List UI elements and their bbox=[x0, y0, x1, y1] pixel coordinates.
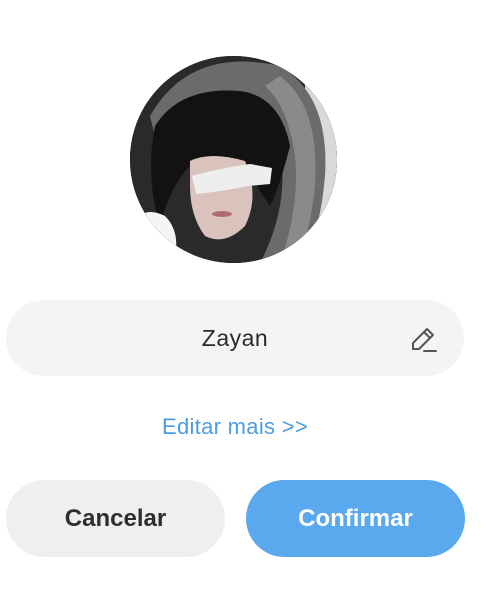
profile-name: Zayan bbox=[201, 324, 269, 351]
svg-text:あ…: あ… bbox=[150, 235, 164, 243]
pencil-icon[interactable] bbox=[408, 324, 438, 354]
confirm-button[interactable]: Confirmar bbox=[246, 480, 465, 557]
avatar-image: あ… bbox=[130, 56, 337, 263]
edit-profile-dialog: あ… Zayan Editar mais >> Cancelar Confirm… bbox=[0, 0, 488, 603]
avatar[interactable]: あ… bbox=[130, 56, 337, 263]
cancel-button[interactable]: Cancelar bbox=[6, 480, 225, 557]
edit-more-link[interactable]: Editar mais >> bbox=[0, 414, 470, 440]
name-field[interactable]: Zayan bbox=[6, 300, 464, 376]
